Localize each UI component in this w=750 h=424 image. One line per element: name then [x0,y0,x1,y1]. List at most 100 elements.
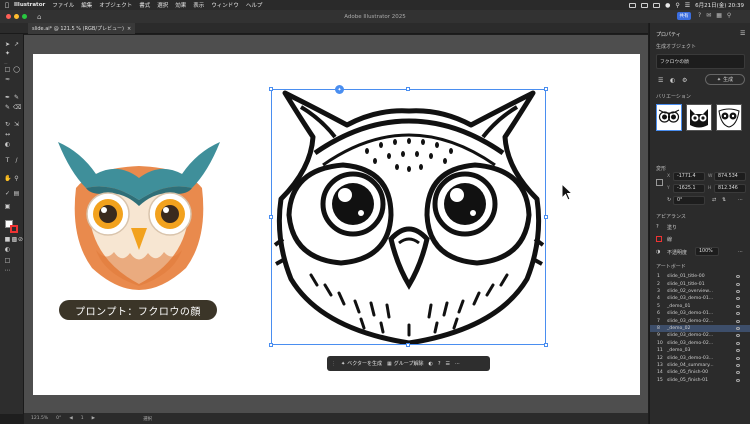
variation-thumb-1[interactable] [656,104,682,131]
battery-icon[interactable] [653,2,661,8]
resize-handle-tl[interactable] [269,87,273,91]
apple-icon[interactable]:  [0,2,14,9]
opacity-field[interactable]: 100% [695,247,719,256]
artboard-options-icon[interactable] [736,297,740,301]
variation-thumb-3[interactable] [716,104,742,131]
eraser-tool-icon[interactable]: ⌫ [13,105,21,111]
brush-tool-icon[interactable]: ✎ [13,95,20,101]
gen-options-icon[interactable]: ⚙ [682,77,687,84]
drag-handle-icon[interactable]: ⋮ [331,361,336,367]
close-tab-icon[interactable]: × [127,26,131,32]
artboard-row[interactable]: 12 slide_03_demo-03... [650,354,750,361]
rotation-view[interactable]: 0° [56,416,61,421]
ellipse-tool-icon[interactable]: ◯ [13,67,20,73]
ungroup-button[interactable]: ▦ グループ解除 [387,360,423,368]
search-app-icon[interactable]: ⚲ [727,12,731,19]
screen-record-icon[interactable] [629,2,637,8]
flip-horizontal-icon[interactable]: ⇄ [712,197,716,203]
artboard-options-icon[interactable] [736,304,740,308]
artboard-row[interactable]: 10 slide_03_demo-02... [650,340,750,347]
recolor-icon[interactable]: ◐ [428,361,432,367]
artboard-next-icon[interactable]: ▶ [92,416,95,421]
width-tool-icon[interactable]: ↔ [4,132,11,138]
pen-tool-icon[interactable]: ✒ [4,95,11,101]
gen-settings-icon[interactable]: ☰ [658,77,663,84]
artboard-row[interactable]: 1 slide_01_title-00 [650,273,750,280]
generate-button[interactable]: ✦ 生成 [705,74,745,85]
prompt-field[interactable]: フクロウの顔 [656,54,745,69]
artboard-options-icon[interactable] [736,356,740,360]
display-icon[interactable] [641,2,649,8]
artboard-row[interactable]: 5 _demo_01 [650,303,750,310]
color-mode-icon[interactable]: ■ [4,237,11,243]
more-options-icon[interactable]: ⋯ [455,361,460,367]
notification-icon[interactable]: ✉ [706,12,711,19]
x-field[interactable]: -1771.4 [673,172,705,181]
menu-view[interactable]: 表示 [193,1,204,9]
generate-vector-button[interactable]: ✦ ベクターを生成 [341,360,382,368]
help-icon-ctx[interactable]: ? [438,361,441,367]
artboard-options-icon[interactable] [736,289,740,293]
stroke-color-swatch[interactable] [656,236,662,242]
colored-owl-illustration[interactable] [56,138,222,290]
scale-tool-icon[interactable]: ⇲ [13,122,20,128]
clock[interactable]: 6月21日(金) 20:39 [695,1,744,9]
control-center-icon[interactable]: ☰ [685,2,690,9]
zoom-tool-icon[interactable]: ⚲ [13,176,20,182]
artboard-row[interactable]: 4 slide_03_demo-01... [650,295,750,302]
artboard-options-icon[interactable] [736,341,740,345]
app-menu[interactable]: Illustrator [14,2,45,8]
artboard-row[interactable]: 8 _demo_02 [650,324,750,333]
artboard-row[interactable]: 6 slide_03_demo-01... [650,310,750,317]
generative-badge-icon[interactable]: ✦ [335,85,344,94]
artboard-prev-icon[interactable]: ◀ [69,416,72,421]
pencil-tool-icon[interactable]: ✎ [4,105,11,111]
y-field[interactable]: -1625.1 [673,184,705,193]
artboard-row[interactable]: 15 slide_05_finish-01 [650,377,750,384]
variation-thumb-2[interactable] [686,104,712,131]
selection-tool-icon[interactable]: ➤ [4,42,11,48]
menu-effect[interactable]: 効果 [175,1,186,9]
prompt-label-pill[interactable]: プロンプト：フクロウの顔 [59,300,217,320]
resize-handle-tc[interactable] [406,87,410,91]
artboard-row[interactable]: 2 slide_01_title-01 [650,280,750,287]
artboard-tool-icon[interactable]: ▣ [4,204,11,210]
type-tool-icon[interactable]: T [4,158,11,164]
resize-handle-bl[interactable] [269,343,273,347]
menu-object[interactable]: オブジェクト [99,1,132,9]
artboard-row[interactable]: 9 slide_03_demo-02... [650,332,750,339]
rectangle-tool-icon[interactable]: □ [4,67,11,73]
none-mode-icon[interactable]: ⊘ [17,237,24,243]
stroke-swatch[interactable] [10,225,18,233]
artboard-options-icon[interactable] [736,349,740,353]
share-button[interactable]: 共有 [677,12,691,20]
menu-select[interactable]: 選択 [157,1,168,9]
zoom-level[interactable]: 121.5% [31,416,48,421]
appearance-more-icon[interactable]: ⋯ [738,249,743,255]
artboard-options-icon[interactable] [736,275,740,279]
menu-window[interactable]: ウィンドウ [211,1,239,9]
artboard-options-icon[interactable] [736,326,740,330]
menu-edit[interactable]: 編集 [81,1,92,9]
rotate-tool-icon[interactable]: ↻ [4,122,11,128]
artboard-row[interactable]: 14 slide_05_finish-00 [650,369,750,376]
artboard-row[interactable]: 13 slide_04_summary... [650,362,750,369]
resize-handle-br[interactable] [544,343,548,347]
resize-handle-tr[interactable] [544,87,548,91]
edit-toolbar-icon[interactable]: ⋯ [4,268,11,274]
shaper-tool-icon[interactable]: ≈ [4,77,11,83]
screen-mode-icon[interactable]: □ [4,258,11,264]
artboard-row[interactable]: 11 _demo_03 [650,347,750,354]
resize-handle-mr[interactable] [544,215,548,219]
resize-handle-bc[interactable] [406,343,410,347]
artboard-options-icon[interactable] [736,378,740,382]
workspace-icon[interactable]: ▦ [716,12,722,19]
menu-type[interactable]: 書式 [139,1,150,9]
line-tool-icon[interactable]: / [13,158,20,164]
artboard-options-icon[interactable] [736,312,740,316]
reference-point-icon[interactable] [656,179,663,186]
properties-icon[interactable]: ☰ [445,361,449,367]
artboard-options-icon[interactable] [736,334,740,338]
document-tab[interactable]: slide.ai* @ 121.5 % (RGB/プレビュー) × [28,23,136,34]
wifi-icon[interactable]: ● [665,2,670,9]
